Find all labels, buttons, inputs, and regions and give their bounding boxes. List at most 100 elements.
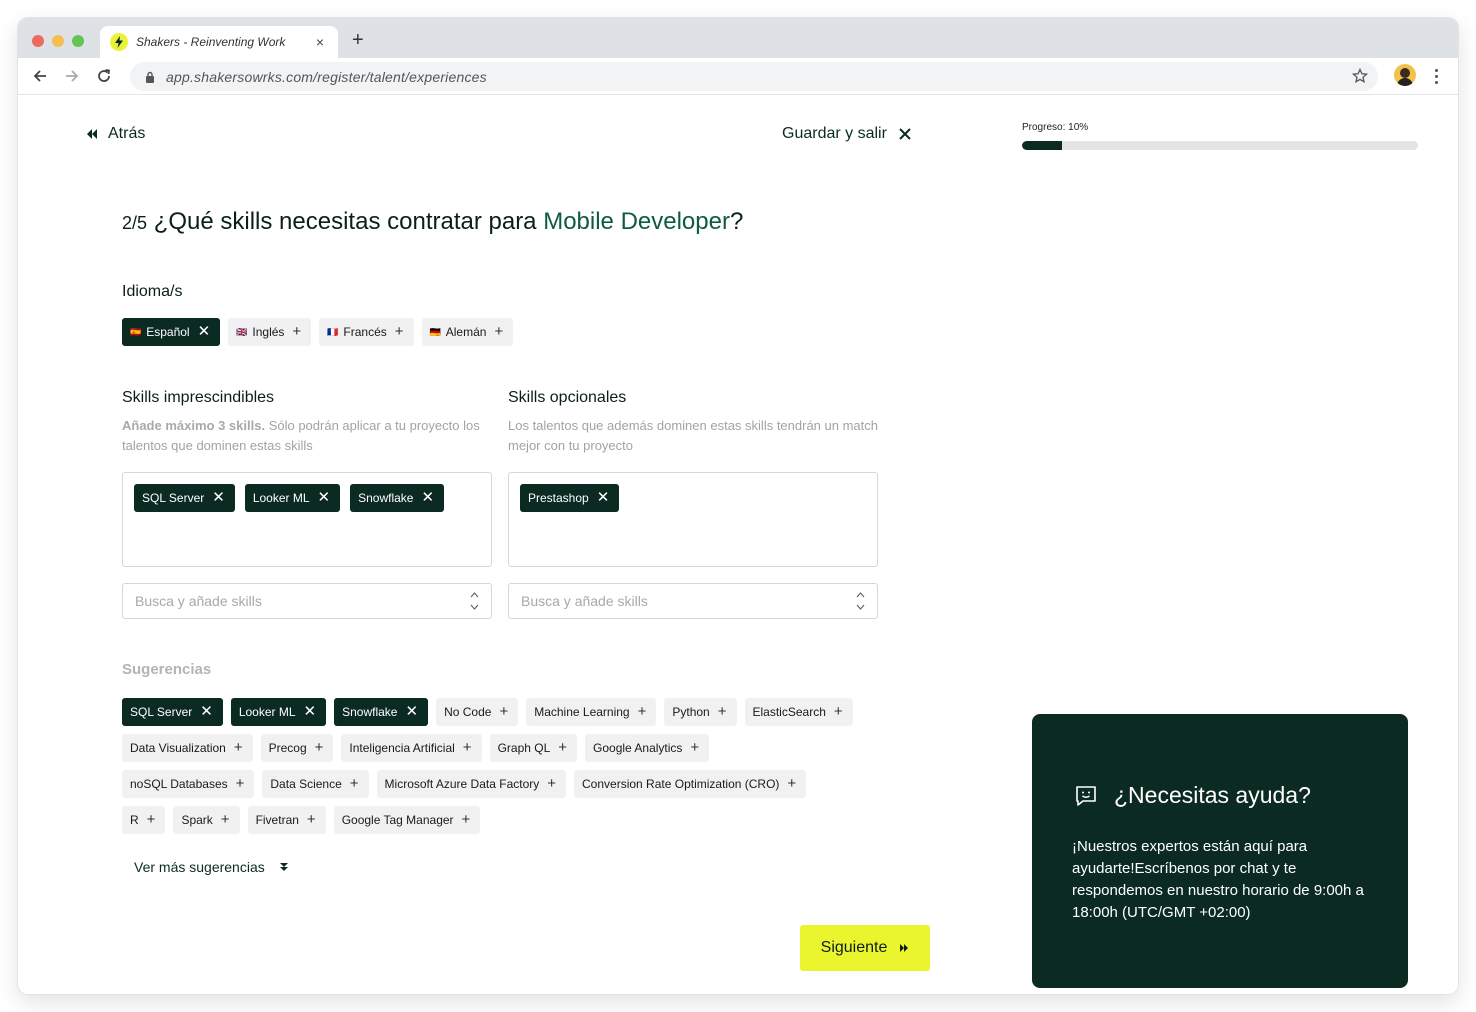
progress-fill — [1022, 141, 1062, 150]
add-icon[interactable]: + — [462, 812, 471, 827]
chip-label: Google Tag Manager — [341, 813, 454, 827]
remove-icon[interactable]: ✕ — [212, 490, 225, 505]
germany-flag-icon: 🇩🇪 — [429, 326, 441, 337]
tab-close-icon[interactable]: × — [312, 34, 328, 50]
suggestion-chip[interactable]: Microsoft Azure Data Factory + — [376, 770, 567, 798]
suggestion-chip[interactable]: Conversion Rate Optimization (CRO) + — [574, 770, 807, 798]
bookmark-star-icon[interactable] — [1352, 68, 1368, 84]
remove-icon[interactable]: ✕ — [198, 324, 211, 339]
help-card: ¿Necesitas ayuda? ¡Nuestros expertos est… — [1032, 714, 1408, 988]
forward-arrow-icon[interactable] — [62, 66, 82, 86]
required-skill-chip[interactable]: Looker ML ✕ — [244, 484, 341, 512]
add-icon[interactable]: + — [690, 740, 699, 755]
select-arrows-icon[interactable] — [469, 592, 479, 610]
new-tab-button[interactable]: + — [352, 30, 364, 50]
required-skills-search-input[interactable] — [135, 593, 469, 609]
add-icon[interactable]: + — [787, 776, 796, 791]
double-chevron-down-icon — [279, 863, 288, 871]
remove-icon[interactable]: ✕ — [200, 704, 213, 719]
suggestion-chip[interactable]: Spark + — [173, 806, 240, 834]
language-chip-frances[interactable]: 🇫🇷 Francés + — [319, 318, 414, 346]
language-chip-espanol[interactable]: 🇪🇸 Español ✕ — [122, 318, 221, 346]
address-bar[interactable]: app.shakersowrks.com/register/talent/exp… — [130, 62, 1378, 91]
remove-icon[interactable]: ✕ — [405, 704, 418, 719]
chat-smile-icon — [1076, 786, 1096, 806]
suggestion-chip[interactable]: Inteligencia Artificial + — [341, 734, 482, 762]
reload-icon[interactable] — [94, 66, 114, 86]
browser-menu-icon[interactable] — [1430, 66, 1442, 86]
page-title: 2/5 ¿Qué skills necesitas contratar para… — [122, 208, 743, 236]
chip-label: Microsoft Azure Data Factory — [384, 777, 540, 791]
add-icon[interactable]: + — [494, 324, 503, 339]
optional-skills-box: Prestashop ✕ — [508, 472, 878, 567]
suggestion-chip[interactable]: Graph QL + — [489, 734, 578, 762]
close-window-button[interactable] — [32, 35, 44, 47]
add-icon[interactable]: + — [307, 812, 316, 827]
help-body: ¡Nuestros expertos están aquí para ayuda… — [1072, 838, 1364, 921]
remove-icon[interactable]: ✕ — [318, 490, 331, 505]
double-chevron-right-icon — [900, 944, 909, 952]
add-icon[interactable]: + — [547, 776, 556, 791]
back-arrow-icon[interactable] — [30, 66, 50, 86]
profile-avatar[interactable] — [1394, 64, 1416, 86]
page-content: Atrás Guardar y salir Progreso: 10% 2/5 … — [18, 96, 1458, 994]
chip-label: Inteligencia Artificial — [349, 741, 455, 755]
optional-skills-search-input[interactable] — [521, 593, 855, 609]
suggestion-chip[interactable]: Data Science + — [262, 770, 369, 798]
chip-label: No Code — [444, 705, 492, 719]
add-icon[interactable]: + — [499, 704, 508, 719]
chip-label: Google Analytics — [593, 741, 683, 755]
add-icon[interactable]: + — [236, 776, 245, 791]
optional-skills-search[interactable] — [508, 583, 878, 619]
language-chip-aleman[interactable]: 🇩🇪 Alemán + — [421, 318, 514, 346]
add-icon[interactable]: + — [718, 704, 727, 719]
add-icon[interactable]: + — [638, 704, 647, 719]
add-icon[interactable]: + — [834, 704, 843, 719]
back-button[interactable]: Atrás — [86, 125, 145, 143]
suggestion-chip[interactable]: SQL Server ✕ — [122, 698, 223, 726]
close-icon — [899, 128, 911, 140]
optional-skill-chip[interactable]: Prestashop ✕ — [520, 484, 620, 512]
add-icon[interactable]: + — [292, 324, 301, 339]
required-skill-chip[interactable]: SQL Server ✕ — [134, 484, 235, 512]
minimize-window-button[interactable] — [52, 35, 64, 47]
suggestion-chip[interactable]: Machine Learning + — [526, 698, 657, 726]
browser-toolbar: app.shakersowrks.com/register/talent/exp… — [18, 58, 1458, 95]
add-icon[interactable]: + — [558, 740, 567, 755]
suggestion-chip[interactable]: Fivetran + — [247, 806, 326, 834]
select-arrows-icon[interactable] — [855, 592, 865, 610]
spain-flag-icon: 🇪🇸 — [130, 326, 142, 337]
save-and-exit-button[interactable]: Guardar y salir — [782, 125, 911, 143]
suggestion-chip[interactable]: Precog + — [260, 734, 334, 762]
suggestion-chip[interactable]: Data Visualization + — [122, 734, 253, 762]
next-button[interactable]: Siguiente — [800, 925, 930, 971]
required-skill-chip[interactable]: Snowflake ✕ — [350, 484, 445, 512]
remove-icon[interactable]: ✕ — [597, 490, 610, 505]
remove-icon[interactable]: ✕ — [304, 704, 317, 719]
chip-label: Conversion Rate Optimization (CRO) — [582, 777, 780, 791]
more-suggestions-link[interactable]: Ver más sugerencias — [134, 859, 289, 875]
suggestion-chip[interactable]: noSQL Databases + — [122, 770, 255, 798]
suggestion-chip[interactable]: Snowflake ✕ — [334, 698, 429, 726]
language-chip-ingles[interactable]: 🇬🇧 Inglés + — [228, 318, 312, 346]
add-icon[interactable]: + — [350, 776, 359, 791]
suggestion-chip[interactable]: ElasticSearch + — [744, 698, 853, 726]
remove-icon[interactable]: ✕ — [421, 490, 434, 505]
chip-label: Español — [146, 325, 190, 339]
suggestion-chip[interactable]: No Code + — [436, 698, 519, 726]
add-icon[interactable]: + — [395, 324, 404, 339]
suggestion-chip[interactable]: Google Analytics + — [585, 734, 710, 762]
add-icon[interactable]: + — [234, 740, 243, 755]
browser-tab[interactable]: Shakers - Reinventing Work × — [100, 26, 338, 58]
add-icon[interactable]: + — [147, 812, 156, 827]
suggestion-chip[interactable]: Python + — [664, 698, 737, 726]
suggestion-chip[interactable]: R + — [122, 806, 166, 834]
add-icon[interactable]: + — [463, 740, 472, 755]
maximize-window-button[interactable] — [72, 35, 84, 47]
suggestion-chip[interactable]: Google Tag Manager + — [333, 806, 481, 834]
language-chips: 🇪🇸 Español ✕ 🇬🇧 Inglés + 🇫🇷 Francés + 🇩🇪… — [122, 318, 514, 346]
add-icon[interactable]: + — [221, 812, 230, 827]
required-skills-search[interactable] — [122, 583, 492, 619]
suggestion-chip[interactable]: Looker ML ✕ — [230, 698, 327, 726]
add-icon[interactable]: + — [315, 740, 324, 755]
